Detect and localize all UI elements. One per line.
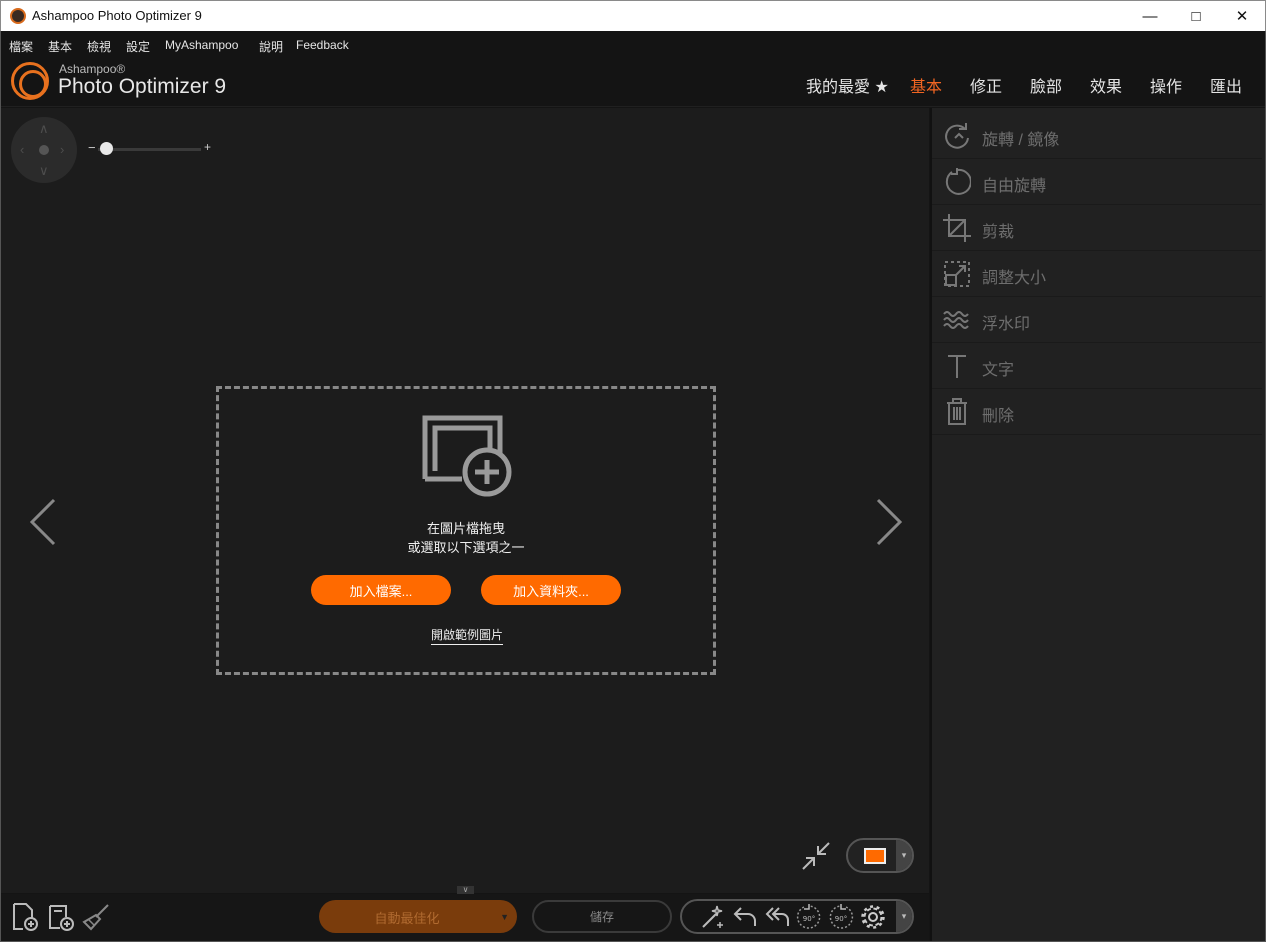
edit-actions-dropdown-icon[interactable]: ▾ <box>896 901 912 932</box>
view-mode-dropdown-icon[interactable]: ▾ <box>896 840 912 871</box>
tab-basic[interactable]: 基本 <box>910 73 942 97</box>
rotate-left-90-icon[interactable]: 90° <box>796 904 822 930</box>
minimize-button[interactable]: — <box>1127 1 1173 31</box>
auto-optimize-label: 自動最佳化 <box>374 911 440 926</box>
drop-instruction-secondary: 或選取以下選項之一 <box>407 540 525 555</box>
pan-navigator[interactable]: ∧ ∨ ‹ › <box>11 117 77 183</box>
resize-icon <box>944 261 970 287</box>
app-header: Ashampoo® Photo Optimizer 9 我的最愛 ★ 基本 修正… <box>1 59 1265 107</box>
menu-bar: 檔案 基本 檢視 設定 MyAshampoo 說明 Feedback <box>1 31 1265 59</box>
collapse-filmstrip-icon[interactable]: ∨ <box>457 886 474 894</box>
tool-label: 剪裁 <box>982 224 1015 241</box>
save-button[interactable]: 儲存 <box>532 900 672 933</box>
tab-correction[interactable]: 修正 <box>970 73 1002 97</box>
free-rotate-icon <box>945 168 971 195</box>
tool-free-rotate[interactable]: 自由旋轉 <box>932 159 1262 205</box>
view-mode-toggle[interactable]: ▾ <box>846 838 914 873</box>
rotate-left-90-badge: 90° <box>803 915 815 923</box>
add-folder-button[interactable]: 加入資料夾... <box>481 575 621 605</box>
undo-icon[interactable] <box>732 904 758 930</box>
maximize-button[interactable]: □ <box>1173 1 1219 31</box>
window-title: Ashampoo Photo Optimizer 9 <box>32 8 202 23</box>
previous-image-icon[interactable] <box>28 496 58 548</box>
fit-to-window-icon[interactable] <box>801 841 831 871</box>
edit-actions-group: 90° 90° ▾ <box>680 899 914 934</box>
tool-crop[interactable]: 剪裁 <box>932 205 1262 251</box>
drop-zone[interactable]: 在圖片檔拖曳 或選取以下選項之一 加入檔案... 加入資料夾... 開啟範例圖片 <box>216 386 716 675</box>
image-canvas: ∧ ∨ ‹ › − + 在圖片檔拖曳 或選取以下選項之一 加入檔案... 加入資… <box>1 108 929 893</box>
open-sample-images-link[interactable]: 開啟範例圖片 <box>431 626 504 645</box>
zoom-slider-track[interactable] <box>98 148 201 151</box>
magic-wand-icon[interactable] <box>700 904 726 930</box>
undo-all-icon[interactable] <box>764 904 790 930</box>
close-button[interactable]: ✕ <box>1219 1 1265 31</box>
rotate-right-90-badge: 90° <box>835 915 847 923</box>
add-image-icon <box>422 415 512 497</box>
rotate-right-90-icon[interactable]: 90° <box>828 904 854 930</box>
clear-list-broom-icon[interactable] <box>81 902 111 932</box>
tool-watermark[interactable]: 浮水印 <box>932 297 1262 343</box>
tools-panel: 旋轉 / 鏡像 自由旋轉 剪裁 調整大小 浮水印 文字 刪除 <box>930 108 1265 941</box>
pan-down-icon[interactable]: ∨ <box>39 164 49 177</box>
tool-text[interactable]: 文字 <box>932 343 1262 389</box>
tool-rotate-mirror[interactable]: 旋轉 / 鏡像 <box>932 113 1262 159</box>
watermark-icon <box>943 311 969 329</box>
trash-icon <box>947 398 967 425</box>
pan-right-icon[interactable]: › <box>60 143 64 156</box>
tool-label: 刪除 <box>982 408 1015 425</box>
zoom-out-button[interactable]: − <box>88 140 96 155</box>
tool-delete[interactable]: 刪除 <box>932 389 1262 435</box>
auto-optimize-dropdown-icon[interactable]: ▼ <box>500 912 509 922</box>
menu-myashampoo[interactable]: MyAshampoo <box>165 38 238 52</box>
next-image-icon[interactable] <box>874 496 904 548</box>
menu-settings[interactable]: 設定 <box>126 38 150 55</box>
crop-icon <box>943 214 971 242</box>
tab-export[interactable]: 匯出 <box>1210 73 1242 97</box>
menu-feedback[interactable]: Feedback <box>296 38 349 52</box>
settings-gear-icon[interactable] <box>860 904 886 930</box>
app-window: 檔案 基本 檢視 設定 MyAshampoo 說明 Feedback Asham… <box>0 31 1266 942</box>
title-bar: Ashampoo Photo Optimizer 9 — □ ✕ <box>0 0 1266 31</box>
tab-operations[interactable]: 操作 <box>1150 73 1182 97</box>
add-files-button[interactable]: 加入檔案... <box>311 575 451 605</box>
pan-center-icon[interactable] <box>39 145 49 155</box>
rotate-mirror-icon <box>945 123 969 149</box>
menu-help[interactable]: 說明 <box>259 38 283 55</box>
menu-file[interactable]: 檔案 <box>9 38 33 55</box>
tool-label: 浮水印 <box>982 316 1031 333</box>
brand-company: Ashampoo® <box>59 62 126 76</box>
single-view-icon <box>864 848 886 864</box>
drop-instruction: 在圖片檔拖曳 <box>426 521 505 536</box>
tool-label: 旋轉 / 鏡像 <box>982 132 1060 149</box>
auto-optimize-button[interactable]: 自動最佳化 ▼ <box>319 900 517 933</box>
menu-view[interactable]: 檢視 <box>87 38 111 55</box>
zoom-slider-thumb[interactable] <box>100 142 113 155</box>
bottom-toolbar: 自動最佳化 ▼ 儲存 90° 90° ▾ <box>1 894 929 941</box>
menu-basic[interactable]: 基本 <box>48 38 72 55</box>
tool-label: 文字 <box>982 362 1015 379</box>
add-file-icon[interactable] <box>10 902 40 932</box>
tab-favorites[interactable]: 我的最愛 ★ <box>806 73 889 97</box>
brand-product: Photo Optimizer 9 <box>58 75 227 98</box>
pan-left-icon[interactable]: ‹ <box>20 143 24 156</box>
app-icon <box>10 8 26 24</box>
tool-label: 調整大小 <box>982 270 1047 287</box>
tab-effects[interactable]: 效果 <box>1090 73 1122 97</box>
text-icon <box>948 355 966 378</box>
pan-up-icon[interactable]: ∧ <box>39 122 49 135</box>
add-folder-icon[interactable] <box>46 902 76 932</box>
tab-face[interactable]: 臉部 <box>1030 73 1062 97</box>
tool-label: 自由旋轉 <box>982 178 1047 195</box>
tool-resize[interactable]: 調整大小 <box>932 251 1262 297</box>
ashampoo-logo-icon <box>11 62 49 100</box>
zoom-in-button[interactable]: + <box>204 140 211 154</box>
